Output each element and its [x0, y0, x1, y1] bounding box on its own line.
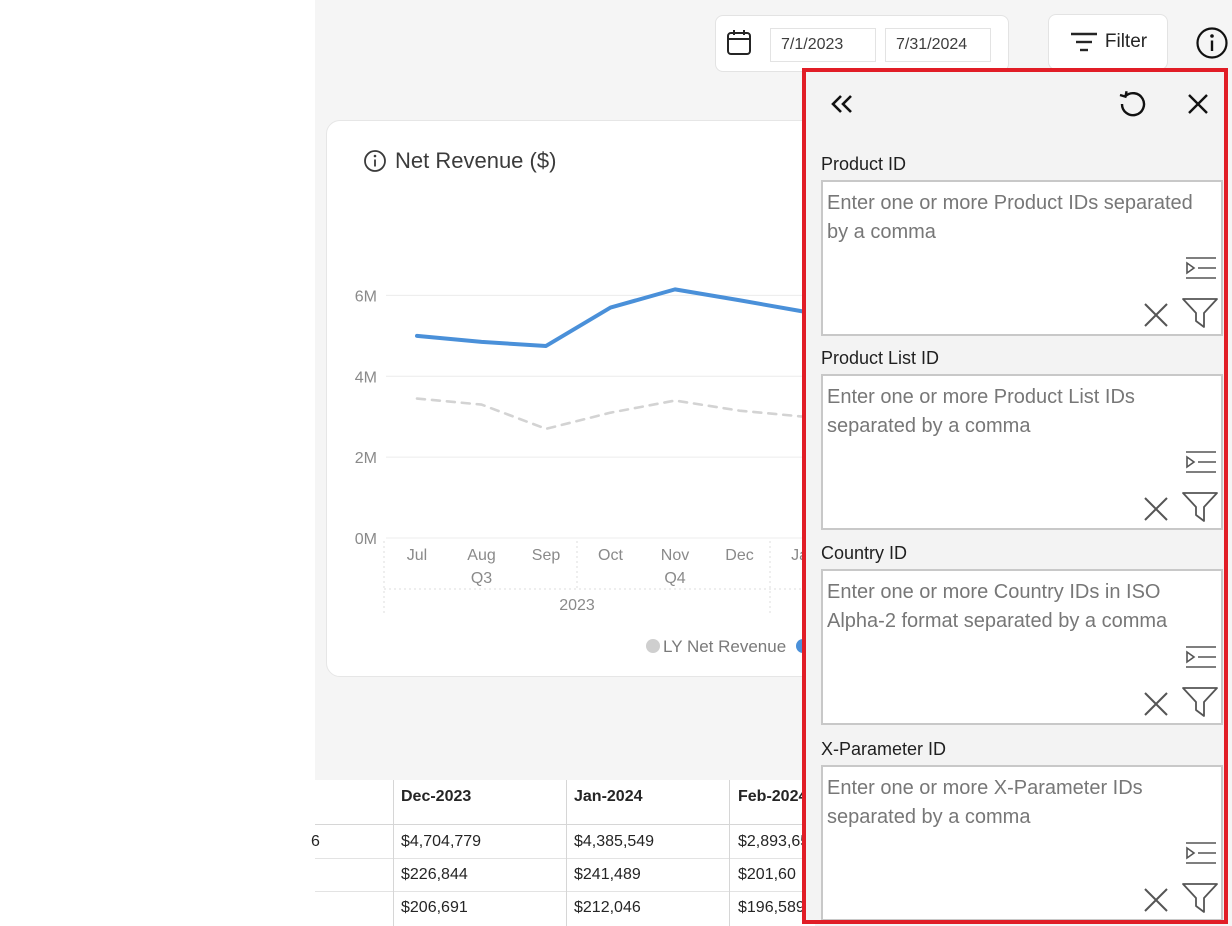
chart-title: Net Revenue ($) [395, 148, 557, 173]
column-header[interactable]: Jan-2024 [574, 788, 643, 806]
country-id-label: Country ID [821, 543, 908, 563]
close-icon [1188, 94, 1208, 114]
table-row: 6 $4,704,779 $4,385,549 $2,893,65 [311, 825, 815, 859]
bulk-paste-icon[interactable] [1185, 256, 1217, 284]
clear-icon[interactable] [1143, 691, 1169, 717]
x-parameter-id-field [821, 765, 1223, 920]
x-tick-label: Oct [598, 547, 623, 564]
filter-panel: Product ID Product List ID [802, 68, 1228, 924]
calendar-icon[interactable] [726, 28, 752, 56]
end-date-input[interactable] [885, 28, 991, 62]
column-divider [393, 780, 394, 926]
table-cell: 6 [311, 833, 320, 850]
y-tick-label: 6M [355, 288, 377, 305]
info-icon[interactable] [363, 149, 387, 173]
funnel-icon[interactable] [1181, 685, 1219, 719]
bulk-paste-icon[interactable] [1185, 645, 1217, 673]
y-tick-label: 0M [355, 531, 377, 548]
y-tick-label: 2M [355, 450, 377, 467]
table-cell: $212,046 [574, 899, 641, 916]
clear-icon[interactable] [1143, 302, 1169, 328]
column-header[interactable]: Feb-2024 [738, 788, 807, 806]
x-tick-label: Jul [407, 547, 427, 564]
x-tick-label: Nov [661, 547, 689, 564]
filter-button-label: Filter [1104, 31, 1148, 52]
table-cell: $206,691 [401, 899, 468, 916]
column-header[interactable]: Dec-2023 [401, 788, 471, 806]
net-revenue-card: 6M4M2M0MJulAugSepOctNovDecJanQ3Q42023LY … [326, 120, 848, 677]
year-label: 2023 [559, 597, 595, 614]
legend-label: LY Net Revenue [663, 637, 786, 656]
table-cell: $4,704,779 [401, 833, 482, 850]
filter-button[interactable]: Filter [1048, 14, 1168, 70]
table-cell: $196,589 [738, 899, 805, 916]
product-id-label: Product ID [821, 154, 907, 174]
country-id-field [821, 569, 1223, 725]
chart-header: Net Revenue ($) [363, 148, 556, 174]
table-header-row: Dec-2023 Jan-2024 Feb-2024 [315, 780, 815, 825]
product-id-field [821, 180, 1223, 336]
start-date-input[interactable] [770, 28, 876, 62]
close-panel-button[interactable] [1176, 82, 1220, 126]
bulk-paste-icon[interactable] [1185, 450, 1217, 478]
clear-icon[interactable] [1143, 887, 1169, 913]
table-cell: $241,489 [574, 866, 641, 883]
legend-marker [646, 639, 660, 653]
table-cell: $226,844 [401, 866, 468, 883]
x-parameter-id-label: X-Parameter ID [821, 739, 947, 759]
series-line [415, 397, 806, 431]
net-revenue-chart: 6M4M2M0MJulAugSepOctNovDecJanQ3Q42023LY … [355, 287, 847, 656]
filter-lines-icon [1070, 32, 1097, 52]
collapse-icon [831, 95, 852, 113]
quarter-label: Q3 [471, 570, 492, 587]
quarter-label: Q4 [664, 570, 685, 587]
x-tick-label: Sep [532, 547, 561, 564]
funnel-icon[interactable] [1181, 490, 1219, 524]
clear-icon[interactable] [1143, 496, 1169, 522]
reset-icon [1119, 90, 1146, 117]
funnel-icon[interactable] [1181, 296, 1219, 330]
collapse-button[interactable] [820, 82, 864, 126]
table-cell: $4,385,549 [574, 833, 655, 850]
bulk-paste-icon[interactable] [1185, 841, 1217, 869]
y-tick-label: 4M [355, 369, 377, 386]
x-tick-label: Aug [467, 547, 495, 564]
product-list-id-label: Product List ID [821, 348, 940, 368]
info-icon[interactable] [1195, 26, 1229, 60]
revenue-table: Dec-2023 Jan-2024 Feb-2024 6 $4,704,779 … [311, 780, 815, 926]
funnel-icon[interactable] [1181, 881, 1219, 915]
product-list-id-field [821, 374, 1223, 530]
table-cell: $201,60 [738, 866, 796, 883]
x-tick-label: Dec [725, 547, 753, 564]
reset-button[interactable] [1111, 82, 1155, 126]
column-divider [566, 780, 567, 926]
series-line [415, 287, 806, 348]
date-range-picker [715, 15, 1009, 72]
table-row: $206,691 $212,046 $196,589 [315, 891, 815, 924]
table-row: $226,844 $241,489 $201,60 [315, 858, 815, 892]
column-divider [729, 780, 730, 926]
table-cell: $2,893,65 [738, 833, 810, 850]
